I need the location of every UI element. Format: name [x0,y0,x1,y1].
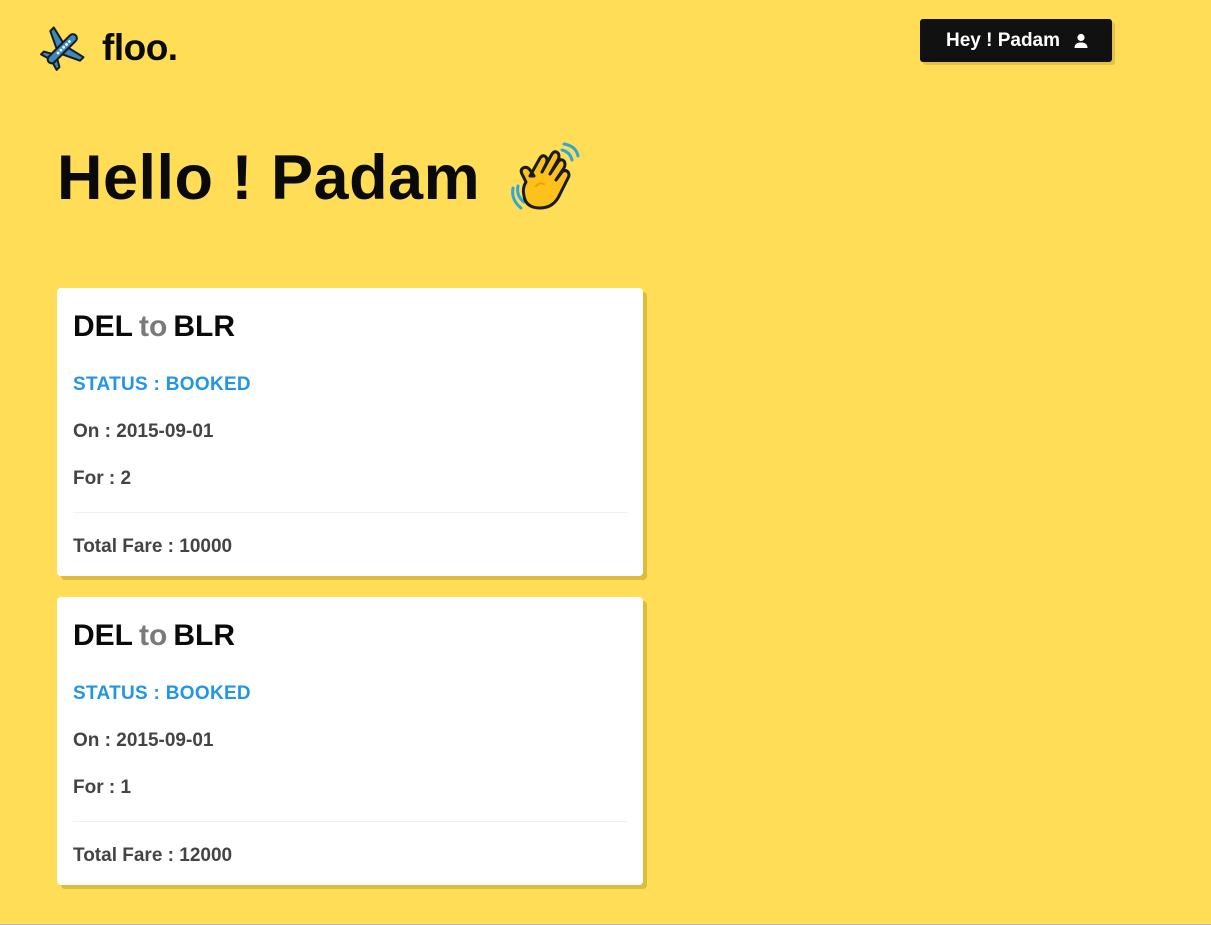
greeting-heading: Hello ! Padam [57,142,582,214]
route-destination: BLR [173,310,235,343]
booking-total-fare: Total Fare : 10000 [73,536,233,557]
route-destination: BLR [173,619,235,652]
booking-card: DEL to BLR STATUS : BOOKED On : 2015-09-01… [57,288,643,576]
user-icon [1072,32,1090,50]
airplane-icon [40,25,86,71]
booking-route: DEL to BLR [73,619,235,653]
waving-hand-icon [510,142,582,214]
route-connector: to [139,310,168,343]
route-connector: to [139,619,168,652]
card-divider [73,512,627,513]
route-origin: DEL [73,619,133,652]
user-menu-button[interactable]: Hey ! Padam [920,19,1112,62]
brand-logo-link[interactable]: floo. [40,25,178,71]
booking-total-fare: Total Fare : 12000 [73,845,233,866]
navbar: floo. Hey ! Padam [0,0,1211,96]
app-root: floo. Hey ! Padam Hello ! Padam DEL to B… [0,0,1211,925]
booking-passengers: For : 1 [73,777,132,798]
brand-name: floo. [102,27,178,68]
greeting-text: Hello ! Padam [57,143,481,213]
card-divider [73,821,627,822]
route-origin: DEL [73,310,133,343]
booking-route: DEL to BLR [73,310,235,344]
booking-card: DEL to BLR STATUS : BOOKED On : 2015-09-01… [57,597,643,885]
booking-date: On : 2015-09-01 [73,730,214,751]
user-button-label: Hey ! Padam [945,29,1061,51]
booking-passengers: For : 2 [73,468,132,489]
booking-date: On : 2015-09-01 [73,421,214,442]
booking-status: STATUS : BOOKED [73,683,251,704]
booking-status: STATUS : BOOKED [73,374,251,395]
